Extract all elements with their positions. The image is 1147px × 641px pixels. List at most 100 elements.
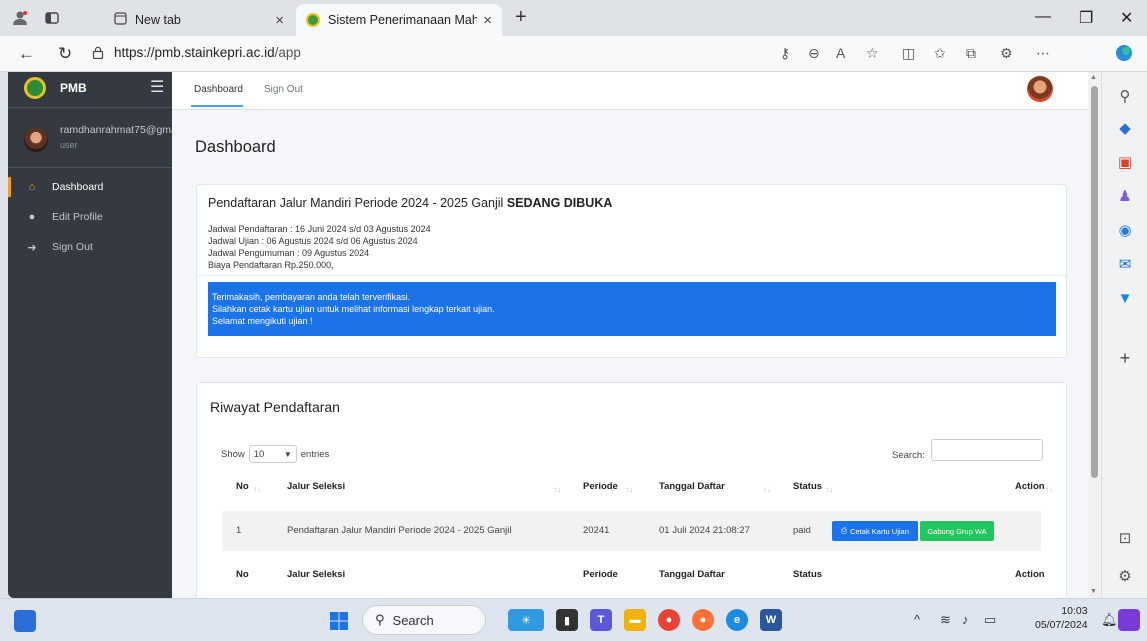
copilot-taskbar-icon[interactable] <box>1118 609 1140 631</box>
chrome-icon[interactable]: ● <box>658 609 680 631</box>
divider <box>197 275 1068 276</box>
user-panel[interactable]: ramdhanrahmat75@gmail.com user <box>8 116 172 168</box>
wifi-icon[interactable]: ≋ <box>940 612 951 628</box>
tab-pmb[interactable]: Sistem Penerimanaan Mahasiswa × <box>296 4 502 36</box>
copilot-icon[interactable] <box>1114 43 1134 66</box>
scroll-thumb[interactable] <box>1091 86 1098 478</box>
restore-icon[interactable]: ❐ <box>1079 8 1093 28</box>
column-header-no[interactable]: No <box>236 481 249 492</box>
brand-link[interactable]: PMB ☰ <box>8 72 172 108</box>
main-content: Dashboard Sign Out Dashboard Pendaftaran… <box>172 72 1088 598</box>
close-window-icon[interactable]: ✕ <box>1120 8 1133 28</box>
close-tab-icon[interactable]: × <box>275 12 284 29</box>
clock[interactable]: 10:03 05/07/2024 <box>1035 604 1088 632</box>
footer-header-action: Action <box>1015 569 1045 580</box>
read-aloud-icon[interactable]: A <box>836 45 845 61</box>
refresh-icon[interactable]: ↻ <box>58 44 72 64</box>
file-explorer-icon[interactable]: ▬ <box>624 609 646 631</box>
column-header-status[interactable]: Status <box>793 481 822 492</box>
table-search-input[interactable] <box>931 439 1043 461</box>
favorites-icon[interactable]: ✩ <box>934 45 946 62</box>
sort-icon[interactable]: ↑↓ <box>253 485 261 494</box>
firefox-icon[interactable]: ● <box>692 609 714 631</box>
sidebar: PMB ☰ ramdhanrahmat75@gmail.com user ⌂ D… <box>8 72 172 598</box>
close-tab-icon[interactable]: × <box>483 12 492 29</box>
minimize-icon[interactable]: — <box>1035 8 1051 26</box>
notification-bell-icon[interactable]: 🔔︎ <box>1101 612 1118 628</box>
sidebar-item-sign-out[interactable]: ➜ Sign Out <box>8 234 172 260</box>
nav-link-sign-out[interactable]: Sign Out <box>264 84 303 95</box>
back-icon[interactable]: ← <box>18 44 35 64</box>
page-scrollbar[interactable]: ▲ ▼ <box>1088 72 1101 598</box>
collections-icon[interactable]: ⧉ <box>966 45 976 62</box>
sidebar-item-edit-profile[interactable]: ● Edit Profile <box>8 204 172 230</box>
widgets-icon[interactable] <box>14 610 36 632</box>
drop-icon[interactable]: ▼ <box>1115 288 1135 308</box>
games-icon[interactable]: ♟ <box>1115 186 1135 206</box>
profile-icon[interactable] <box>10 8 30 28</box>
shopping-tag-icon[interactable]: ◆ <box>1115 118 1135 138</box>
search-label: Search: <box>892 450 925 461</box>
sort-icon[interactable]: ↑↓ <box>763 485 771 494</box>
screenshot-icon[interactable]: ⊡ <box>1115 528 1135 548</box>
scroll-down-icon[interactable]: ▼ <box>1090 588 1097 595</box>
start-windows-icon[interactable] <box>328 610 350 632</box>
tab-new-tab[interactable]: New tab × <box>104 4 294 36</box>
taskbar-search-input[interactable]: ⚲ Search <box>362 605 486 635</box>
favorite-star-icon[interactable]: ☆ <box>866 45 879 62</box>
avatar[interactable] <box>1027 76 1053 102</box>
more-menu-icon[interactable]: ⋯ <box>1036 45 1050 62</box>
settings-gear-icon[interactable]: ⚙ <box>1115 566 1135 586</box>
sidebar-item-label: Dashboard <box>52 181 104 193</box>
weather-icon[interactable]: ☀ <box>508 609 544 631</box>
cell-status: paid <box>793 525 811 536</box>
extensions-icon[interactable]: ⚙ <box>1000 45 1013 62</box>
add-icon[interactable]: + <box>1115 348 1135 368</box>
teams-icon[interactable]: T <box>590 609 612 631</box>
outlook-icon[interactable]: ✉ <box>1115 254 1135 274</box>
schedule-list: Jadwal Pendaftaran : 16 Juni 2024 s/d 03… <box>208 223 431 271</box>
sort-icon[interactable]: ↑↓ <box>1045 485 1053 494</box>
search-icon[interactable]: ⚲ <box>1115 86 1135 106</box>
volume-icon[interactable]: ♪ <box>962 612 969 627</box>
site-favicon-icon <box>306 13 320 27</box>
entries-value: 10 <box>253 448 265 460</box>
key-icon[interactable]: ⚷ <box>780 45 790 62</box>
clock-date: 05/07/2024 <box>1035 619 1088 631</box>
active-nav-indicator <box>191 105 243 107</box>
column-header-tanggal[interactable]: Tanggal Daftar <box>659 481 725 492</box>
print-button-label: Cetak Kartu Ujian <box>850 526 909 536</box>
top-navbar: Dashboard Sign Out <box>172 72 1088 110</box>
print-exam-card-button[interactable]: ⎙ Cetak Kartu Ujian <box>832 521 918 541</box>
edge-icon[interactable]: e <box>726 609 748 631</box>
sidebar-item-dashboard[interactable]: ⌂ Dashboard <box>8 174 172 200</box>
url-field[interactable]: https://pmb.stainkepri.ac.id/app <box>114 45 301 60</box>
column-header-jalur[interactable]: Jalur Seleksi <box>287 481 345 492</box>
sort-icon[interactable]: ↑↓ <box>825 485 833 494</box>
new-tab-button[interactable]: + <box>515 6 527 29</box>
column-header-periode[interactable]: Periode <box>583 481 618 492</box>
lock-icon[interactable] <box>92 46 104 62</box>
chevron-up-icon[interactable]: ^ <box>914 612 920 627</box>
scroll-up-icon[interactable]: ▲ <box>1090 74 1097 81</box>
show-label: Show <box>221 448 245 460</box>
sort-icon[interactable]: ↑↓ <box>553 485 561 494</box>
battery-icon[interactable]: ▭ <box>984 612 996 628</box>
avatar <box>24 128 48 152</box>
task-view-icon[interactable]: ▮ <box>556 609 578 631</box>
entries-select[interactable]: 10 ▼ <box>248 445 297 463</box>
column-header-action[interactable]: Action <box>1015 481 1045 492</box>
toolbox-icon[interactable]: ▣ <box>1115 152 1135 172</box>
join-wa-group-button[interactable]: Gabung Grup WA <box>920 521 994 541</box>
hamburger-menu-icon[interactable]: ☰ <box>150 77 164 97</box>
announcement-card: Pendaftaran Jalur Mandiri Periode 2024 -… <box>196 184 1068 358</box>
entries-control: Show 10 ▼ entries <box>221 445 329 463</box>
microsoft-365-icon[interactable]: ◉ <box>1115 220 1135 240</box>
nav-link-dashboard[interactable]: Dashboard <box>194 84 243 95</box>
split-screen-icon[interactable]: ◫ <box>902 45 915 62</box>
sort-icon[interactable]: ↑↓ <box>625 485 633 494</box>
zoom-icon[interactable]: ⊖ <box>808 45 820 62</box>
tab-title: New tab <box>135 13 181 27</box>
word-icon[interactable]: W <box>760 609 782 631</box>
workspaces-icon[interactable] <box>42 8 62 28</box>
